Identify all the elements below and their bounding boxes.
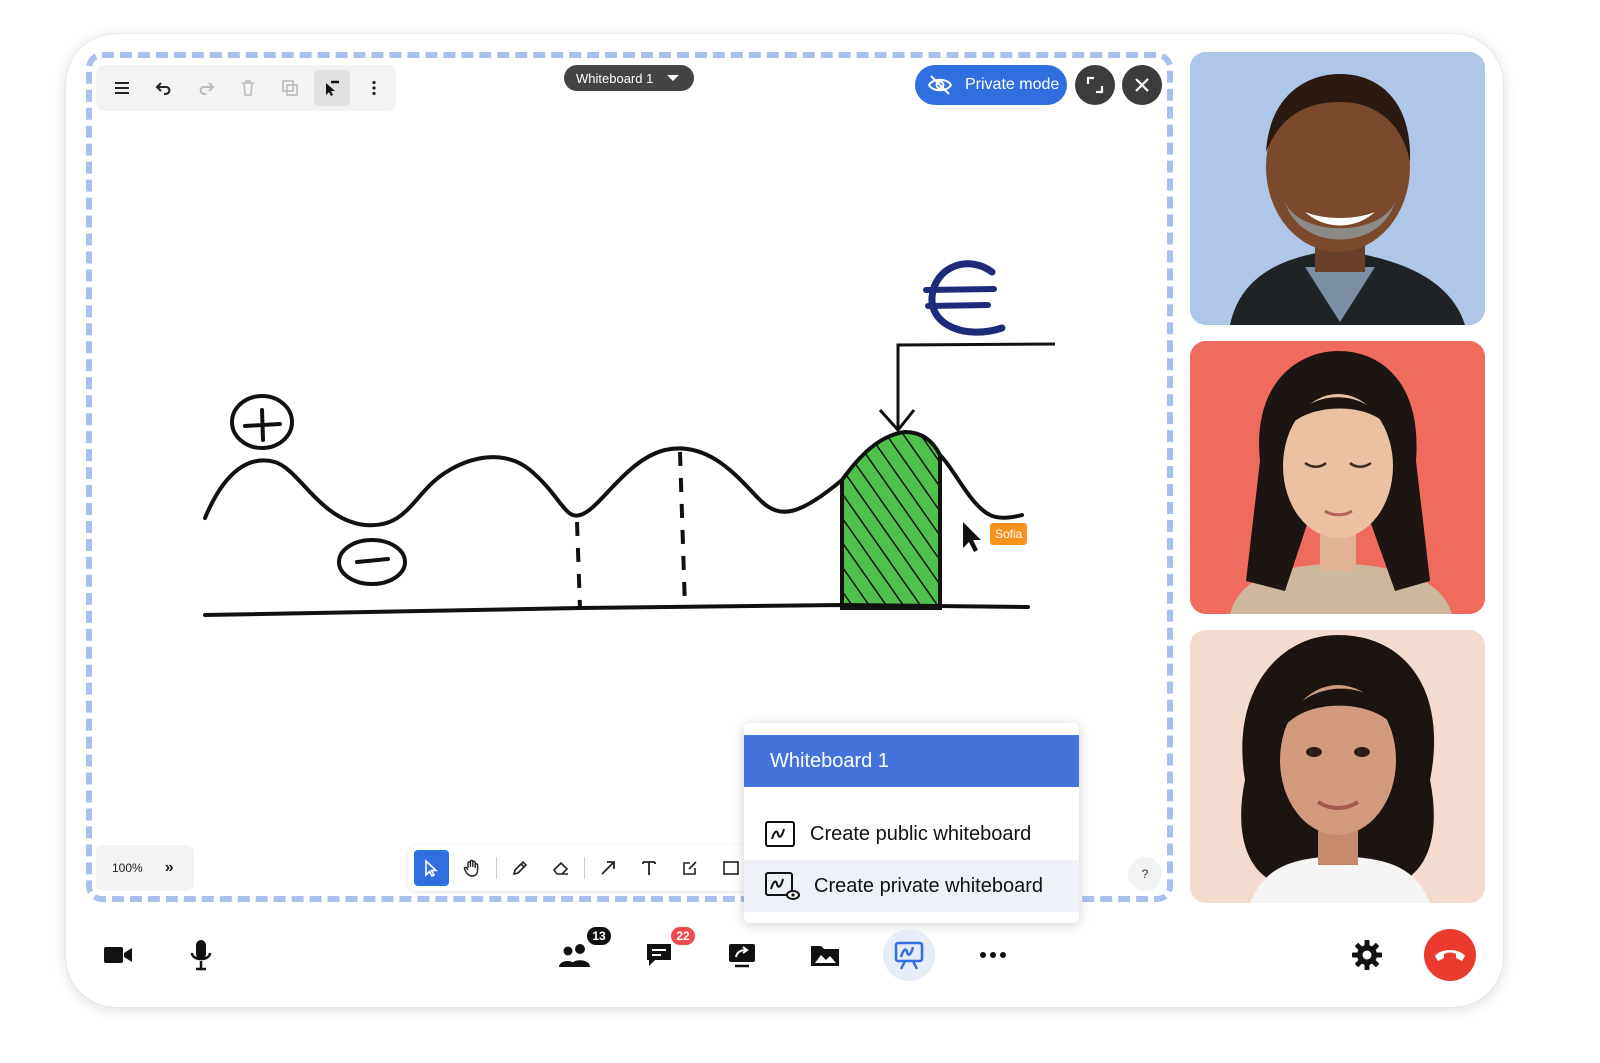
- photo-folder-icon: [811, 946, 839, 966]
- menu-icon[interactable]: [104, 70, 140, 106]
- participant-video-3[interactable]: [1190, 630, 1485, 903]
- arrow-tool-icon[interactable]: [591, 850, 626, 886]
- menu-title[interactable]: Whiteboard 1: [744, 735, 1079, 787]
- whiteboard-selector[interactable]: Whiteboard 1: [564, 65, 694, 91]
- create-private-whiteboard-item[interactable]: Create private whiteboard: [744, 860, 1079, 912]
- microphone-button[interactable]: [181, 935, 221, 975]
- hatched-area: [840, 429, 942, 610]
- avatar: [1190, 52, 1485, 325]
- create-private-whiteboard-label: Create private whiteboard: [814, 874, 1044, 897]
- gear-icon: [1352, 940, 1382, 970]
- chat-icon: [647, 944, 671, 966]
- eraser-icon[interactable]: [543, 850, 578, 886]
- select-tool-icon[interactable]: [314, 70, 350, 106]
- whiteboard-menu: Whiteboard 1 Create public whiteboard Cr…: [744, 723, 1079, 923]
- toolbar-separator: [584, 857, 585, 879]
- create-public-whiteboard-item[interactable]: Create public whiteboard: [744, 808, 1079, 860]
- avatar: [1190, 341, 1485, 614]
- chat-count-badge: 22: [671, 927, 695, 945]
- zoom-control: 100% »: [96, 845, 194, 891]
- close-icon: [1135, 78, 1149, 92]
- participants-count-badge: 13: [587, 927, 611, 945]
- hand-icon[interactable]: [455, 850, 490, 886]
- camera-button[interactable]: [98, 935, 138, 975]
- avatar: [1190, 630, 1485, 903]
- drawing-toolbar: [408, 845, 748, 891]
- people-icon: [559, 944, 590, 967]
- more-horiz-icon: [980, 952, 1006, 958]
- more-options-button[interactable]: [973, 935, 1013, 975]
- expand-icon: [1086, 76, 1104, 94]
- more-vert-icon[interactable]: [356, 70, 392, 106]
- files-button[interactable]: [805, 935, 845, 975]
- sticky-note-icon[interactable]: [673, 850, 708, 886]
- private-whiteboard-icon: [765, 872, 800, 900]
- private-mode-label: Private mode: [965, 76, 1060, 93]
- text-tool-icon[interactable]: [632, 850, 667, 886]
- zoom-level[interactable]: 100%: [112, 861, 143, 875]
- trash-icon[interactable]: [230, 70, 266, 106]
- video-camera-icon: [104, 947, 132, 963]
- pencil-icon[interactable]: [503, 850, 538, 886]
- pointer-arrow: [896, 342, 1056, 428]
- expand-chevrons-icon[interactable]: »: [165, 859, 174, 877]
- close-whiteboard-button[interactable]: [1122, 65, 1162, 105]
- euro-symbol: [923, 260, 1006, 336]
- cursor-user-label: Sofia: [990, 523, 1028, 545]
- duplicate-icon[interactable]: [272, 70, 308, 106]
- select-pointer-icon[interactable]: [414, 850, 449, 886]
- eye-off-icon: [927, 75, 953, 95]
- whiteboard-selector-label: Whiteboard 1: [576, 70, 654, 86]
- hang-up-button[interactable]: [1424, 929, 1476, 981]
- redo-icon[interactable]: [188, 70, 224, 106]
- toolbar-separator: [495, 857, 497, 879]
- image-tool-icon[interactable]: [713, 850, 748, 886]
- whiteboard-icon: [894, 941, 924, 970]
- microphone-icon: [190, 940, 212, 971]
- screen-share-button[interactable]: [722, 935, 762, 975]
- help-button[interactable]: ?: [1128, 857, 1162, 891]
- participant-video-1[interactable]: [1190, 52, 1485, 325]
- private-mode-button[interactable]: Private mode: [915, 65, 1067, 105]
- participant-video-2[interactable]: [1190, 341, 1485, 614]
- caret-down-icon: [667, 75, 680, 81]
- top-toolbar: [96, 65, 396, 111]
- public-whiteboard-icon: [765, 821, 795, 847]
- settings-button[interactable]: [1347, 935, 1387, 975]
- screen-share-icon: [729, 944, 755, 968]
- whiteboard-button[interactable]: [889, 935, 929, 975]
- phone-hangup-icon: [1435, 950, 1465, 961]
- undo-icon[interactable]: [146, 70, 182, 106]
- fullscreen-button[interactable]: [1075, 65, 1115, 105]
- cursor-icon: [963, 522, 981, 552]
- create-public-whiteboard-label: Create public whiteboard: [810, 822, 1032, 845]
